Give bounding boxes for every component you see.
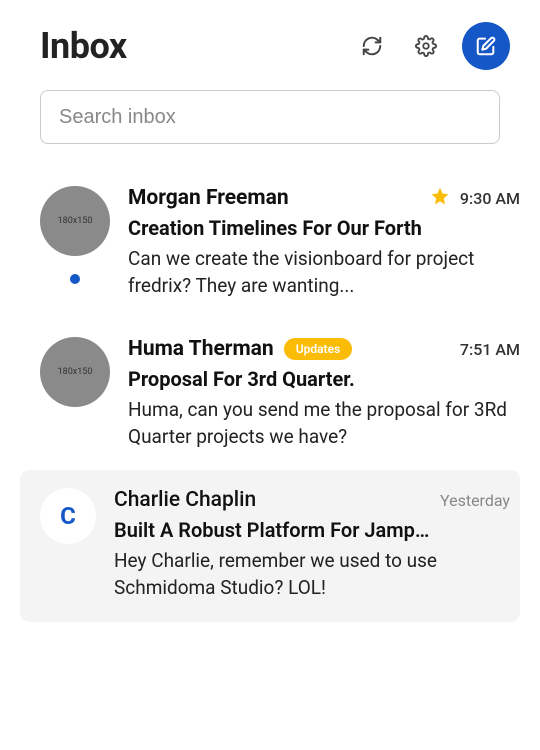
message-item[interactable]: 180x150 Morgan Freeman 9:30 AM Creation … bbox=[0, 168, 540, 319]
message-time: Yesterday bbox=[440, 491, 510, 510]
message-header-row: Morgan Freeman 9:30 AM bbox=[128, 186, 520, 210]
message-time: 9:30 AM bbox=[460, 189, 520, 208]
message-header-row: Charlie Chaplin Yesterday bbox=[114, 488, 510, 512]
star-icon[interactable] bbox=[430, 186, 450, 210]
message-content: Huma Therman Updates 7:51 AM Proposal Fo… bbox=[128, 337, 520, 450]
message-list: 180x150 Morgan Freeman 9:30 AM Creation … bbox=[0, 168, 540, 622]
message-content: Morgan Freeman 9:30 AM Creation Timeline… bbox=[128, 186, 520, 299]
message-content: Charlie Chaplin Yesterday Built A Robust… bbox=[114, 488, 510, 601]
avatar-letter: C bbox=[40, 488, 96, 544]
header-actions bbox=[354, 22, 510, 70]
message-subject: Built A Robust Platform For Jamp… bbox=[114, 518, 510, 542]
message-time: 7:51 AM bbox=[460, 340, 520, 359]
sender-name: Huma Therman bbox=[128, 337, 274, 361]
avatar-column: C bbox=[40, 488, 96, 601]
unread-indicator bbox=[70, 274, 80, 284]
settings-button[interactable] bbox=[408, 28, 444, 64]
search-container bbox=[0, 82, 540, 168]
refresh-button[interactable] bbox=[354, 28, 390, 64]
refresh-icon bbox=[361, 35, 383, 57]
message-subject: Proposal For 3rd Quarter. bbox=[128, 367, 520, 391]
app-header: Inbox bbox=[0, 0, 540, 82]
avatar-placeholder: 180x150 bbox=[40, 186, 110, 256]
message-subject: Creation Timelines For Our Forth bbox=[128, 216, 520, 240]
compose-icon bbox=[475, 35, 497, 57]
search-input[interactable] bbox=[40, 90, 500, 144]
sender-name: Charlie Chaplin bbox=[114, 488, 256, 512]
message-item[interactable]: 180x150 Huma Therman Updates 7:51 AM Pro… bbox=[0, 319, 540, 470]
category-tag: Updates bbox=[284, 338, 353, 360]
avatar-column: 180x150 bbox=[40, 186, 110, 299]
avatar-column: 180x150 bbox=[40, 337, 110, 450]
message-preview: Can we create the visionboard for projec… bbox=[128, 246, 520, 299]
message-item-selected[interactable]: C Charlie Chaplin Yesterday Built A Robu… bbox=[20, 470, 520, 621]
message-preview: Huma, can you send me the proposal for 3… bbox=[128, 397, 520, 450]
message-preview: Hey Charlie, remember we used to use Sch… bbox=[114, 548, 510, 601]
compose-button[interactable] bbox=[462, 22, 510, 70]
page-title: Inbox bbox=[40, 25, 127, 67]
avatar-placeholder: 180x150 bbox=[40, 337, 110, 407]
message-header-row: Huma Therman Updates 7:51 AM bbox=[128, 337, 520, 361]
sender-name: Morgan Freeman bbox=[128, 186, 289, 210]
gear-icon bbox=[415, 35, 437, 57]
